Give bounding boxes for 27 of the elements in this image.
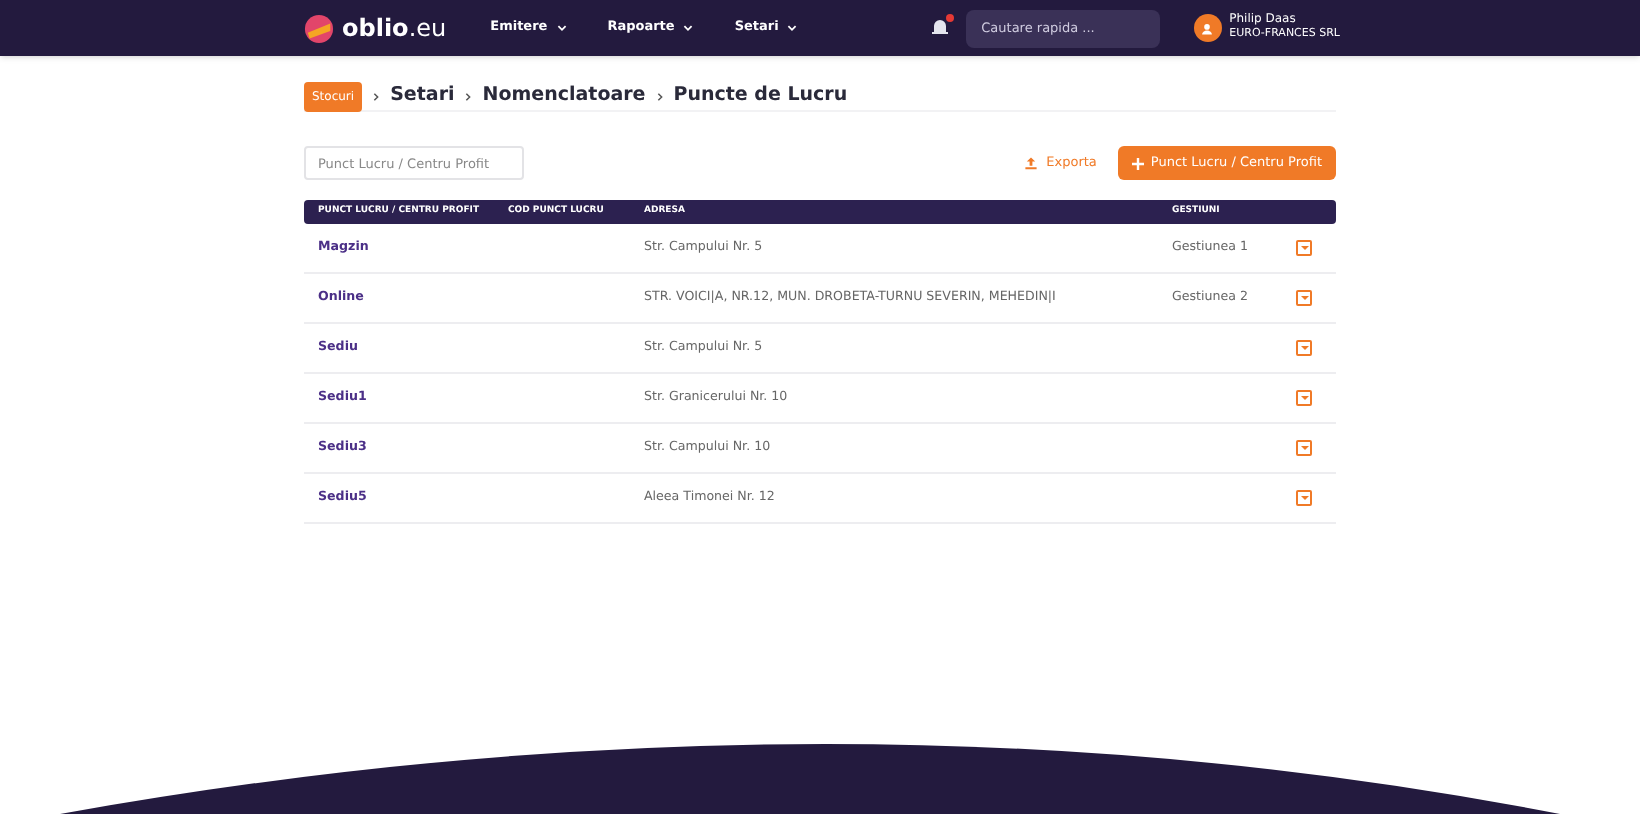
bell-icon[interactable] <box>929 18 950 38</box>
caret-down-icon <box>1299 394 1309 402</box>
logo-text: oblio.eu <box>342 16 447 40</box>
caret-down-icon <box>1299 444 1309 452</box>
caret-down-icon <box>1299 494 1309 502</box>
breadcrumb-item: Puncte de Lucru <box>673 81 848 110</box>
avatar-icon[interactable] <box>1193 14 1222 42</box>
chevron-right-icon <box>464 91 473 101</box>
chevron-down-icon <box>786 22 799 34</box>
chevron-right-icon <box>372 91 381 101</box>
caret-down-icon <box>1299 344 1309 352</box>
dropdown-button[interactable] <box>1296 340 1312 356</box>
plus-icon <box>1132 157 1145 169</box>
chevron-right-icon <box>655 91 664 101</box>
dropdown-button[interactable] <box>1296 290 1312 306</box>
logo-icon <box>304 13 334 43</box>
caret-down-icon <box>1299 294 1309 302</box>
dropdown-button[interactable] <box>1296 240 1312 256</box>
chevron-down-icon <box>555 22 568 34</box>
upload-icon <box>1024 156 1039 170</box>
breadcrumb-item[interactable]: Nomenclatoare <box>482 81 646 111</box>
chevron-down-icon <box>682 22 695 34</box>
dropdown-button[interactable] <box>1296 490 1312 506</box>
caret-down-icon <box>1299 244 1309 252</box>
breadcrumb-item[interactable]: Setari <box>390 81 455 111</box>
dropdown-button[interactable] <box>1296 440 1312 456</box>
dropdown-button[interactable] <box>1296 390 1312 406</box>
